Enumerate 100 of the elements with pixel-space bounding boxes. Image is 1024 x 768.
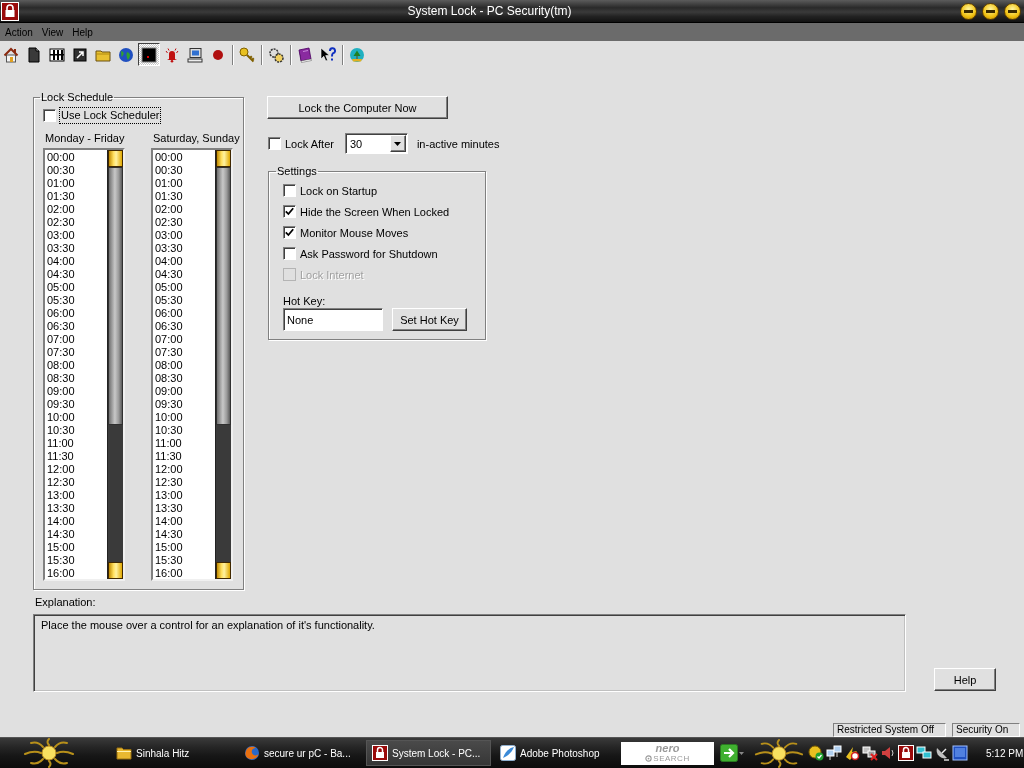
list-item[interactable]: 09:30	[155, 398, 215, 411]
list-item[interactable]: 16:00	[155, 567, 215, 579]
checkbox-label[interactable]: Use Lock Scheduler	[60, 108, 161, 123]
set-hot-key-button[interactable]: Set Hot Key	[392, 308, 467, 331]
checkbox[interactable]	[268, 137, 281, 150]
list-item[interactable]: 12:00	[155, 463, 215, 476]
list-item[interactable]: 11:00	[47, 437, 107, 450]
list-item[interactable]: 02:00	[47, 203, 107, 216]
scroll-down-button[interactable]	[216, 562, 231, 579]
toolbar-button[interactable]	[138, 43, 160, 66]
checkbox[interactable]	[283, 247, 296, 260]
list-item[interactable]: 02:30	[155, 216, 215, 229]
menu-item[interactable]: View	[39, 25, 66, 39]
list-item[interactable]: 01:30	[47, 190, 107, 203]
sun-icon[interactable]	[753, 738, 805, 768]
scroll-up-button[interactable]	[216, 150, 231, 167]
list-item[interactable]: 12:00	[47, 463, 107, 476]
power-warning-icon[interactable]	[844, 745, 860, 761]
list-item[interactable]: 13:00	[47, 489, 107, 502]
list-item[interactable]: 07:00	[47, 333, 107, 346]
list-item[interactable]: 00:00	[155, 151, 215, 164]
list-item[interactable]: 00:30	[47, 164, 107, 177]
list-item[interactable]: 09:00	[155, 385, 215, 398]
list-item[interactable]: 06:00	[47, 307, 107, 320]
list-item[interactable]: 06:00	[155, 307, 215, 320]
checkbox[interactable]	[283, 205, 296, 218]
lock-now-button[interactable]: Lock the Computer Now	[267, 96, 448, 119]
list-item[interactable]: 12:30	[47, 476, 107, 489]
list-item[interactable]: 16:00	[47, 567, 107, 579]
list-item[interactable]: 10:30	[155, 424, 215, 437]
list-item[interactable]: 13:30	[47, 502, 107, 515]
list-item[interactable]: 04:30	[47, 268, 107, 281]
checkbox-label[interactable]: Hide the Screen When Locked	[300, 204, 450, 219]
dish-icon[interactable]	[934, 745, 950, 761]
list-item[interactable]: 13:00	[155, 489, 215, 502]
speaker-icon[interactable]	[880, 745, 896, 761]
list-item[interactable]: 08:30	[155, 372, 215, 385]
list-item[interactable]: 15:00	[47, 541, 107, 554]
list-item[interactable]: 10:30	[47, 424, 107, 437]
list-item[interactable]: 08:00	[47, 359, 107, 372]
taskbar-button[interactable]: Adobe Photoshop	[494, 740, 619, 766]
list-item[interactable]: 15:30	[47, 554, 107, 567]
scrollbar-thumb[interactable]	[108, 167, 123, 425]
checkbox-label[interactable]: Lock After	[285, 136, 334, 151]
maximize-button[interactable]	[982, 2, 999, 20]
list-item[interactable]: 07:30	[47, 346, 107, 359]
list-item[interactable]: 04:30	[155, 268, 215, 281]
minimize-button[interactable]	[960, 2, 977, 20]
list-item[interactable]: 04:00	[155, 255, 215, 268]
list-item[interactable]: 10:00	[155, 411, 215, 424]
list-item[interactable]: 14:30	[47, 528, 107, 541]
checkbox[interactable]	[283, 184, 296, 197]
list-item[interactable]: 15:30	[155, 554, 215, 567]
list-item[interactable]: 04:00	[47, 255, 107, 268]
status-check-icon[interactable]	[808, 745, 824, 761]
help-button[interactable]: Help	[934, 668, 996, 691]
taskbar-button[interactable]: Sinhala Hitz	[110, 740, 235, 766]
list-item[interactable]: 02:30	[47, 216, 107, 229]
menu-item[interactable]: Action	[3, 25, 35, 39]
list-item[interactable]: 06:30	[47, 320, 107, 333]
list-item[interactable]: 08:00	[155, 359, 215, 372]
list-item[interactable]: 13:30	[155, 502, 215, 515]
list-item[interactable]: 15:00	[155, 541, 215, 554]
list-item[interactable]: 12:30	[155, 476, 215, 489]
list-item[interactable]: 03:00	[47, 229, 107, 242]
list-item[interactable]: 07:00	[155, 333, 215, 346]
scrollbar[interactable]	[215, 150, 231, 579]
list-item[interactable]: 05:00	[47, 281, 107, 294]
list-item[interactable]: 00:00	[47, 151, 107, 164]
list-item[interactable]: 11:00	[155, 437, 215, 450]
list-item[interactable]: 11:30	[47, 450, 107, 463]
list-item[interactable]: 08:30	[47, 372, 107, 385]
checkbox[interactable]	[283, 226, 296, 239]
scroll-down-button[interactable]	[108, 562, 123, 579]
dropdown-button[interactable]	[389, 135, 406, 152]
caret-down-icon[interactable]	[739, 751, 744, 755]
list-item[interactable]: 14:00	[155, 515, 215, 528]
list-item[interactable]: 05:30	[155, 294, 215, 307]
checkbox-label[interactable]: Monitor Mouse Moves	[300, 225, 409, 240]
close-button[interactable]	[1004, 2, 1021, 20]
checkbox[interactable]	[43, 109, 56, 122]
computers-icon[interactable]	[916, 745, 932, 761]
list-item[interactable]: 14:00	[47, 515, 107, 528]
minutes-combobox[interactable]: 30	[344, 133, 408, 154]
list-item[interactable]: 11:30	[155, 450, 215, 463]
list-item[interactable]: 09:30	[47, 398, 107, 411]
list-item[interactable]: 01:00	[47, 177, 107, 190]
list-item[interactable]: 05:30	[47, 294, 107, 307]
list-item[interactable]: 10:00	[47, 411, 107, 424]
checkbox-label[interactable]: Ask Password for Shutdown	[300, 246, 438, 261]
list-item[interactable]: 03:30	[155, 242, 215, 255]
list-item[interactable]: 05:00	[155, 281, 215, 294]
list-item[interactable]: 02:00	[155, 203, 215, 216]
hot-key-field[interactable]: None	[283, 308, 383, 331]
scroll-up-button[interactable]	[108, 150, 123, 167]
list-item[interactable]: 14:30	[155, 528, 215, 541]
network-icon[interactable]	[826, 745, 842, 761]
go-button[interactable]	[720, 744, 738, 762]
taskbar-button[interactable]: System Lock - PC...	[366, 740, 491, 766]
lock-icon[interactable]	[898, 745, 914, 761]
